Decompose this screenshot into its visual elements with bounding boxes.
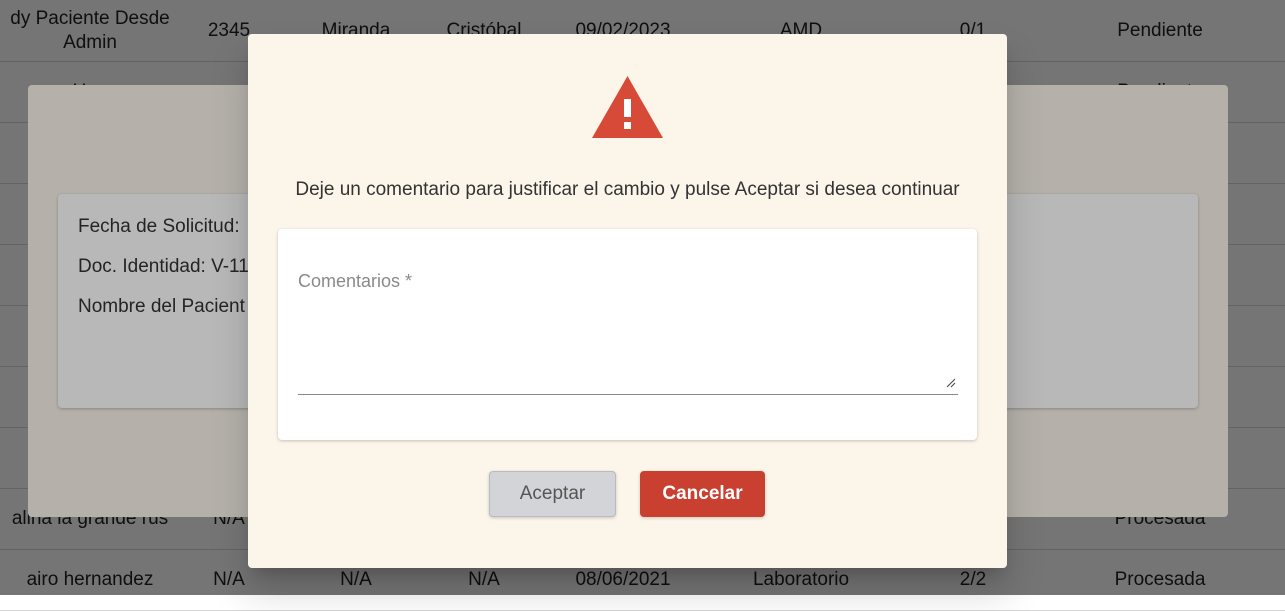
comment-field: Comentarios * bbox=[298, 259, 958, 395]
comment-label: Comentarios * bbox=[298, 271, 413, 291]
confirm-comment-dialog: Deje un comentario para justificar el ca… bbox=[248, 34, 1007, 568]
cancel-button[interactable]: Cancelar bbox=[640, 471, 765, 517]
comment-card: Comentarios * bbox=[278, 229, 977, 440]
dialog-message: Deje un comentario para justificar el ca… bbox=[295, 179, 960, 200]
warning-triangle-icon bbox=[592, 76, 663, 138]
resize-handle-icon[interactable] bbox=[946, 378, 956, 388]
comment-textarea[interactable] bbox=[298, 299, 952, 388]
accept-button[interactable]: Aceptar bbox=[489, 471, 616, 517]
